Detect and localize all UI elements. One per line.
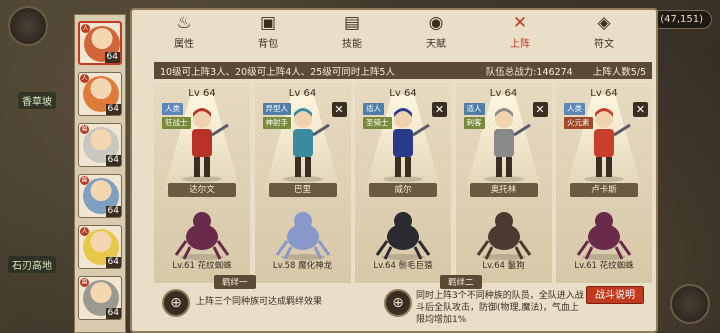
battle-info-button[interactable]: 战斗说明 [586,286,644,304]
hero-name: 奥托林 [469,183,538,197]
crosshair-icon: ⊕ [162,289,190,317]
hero-slot[interactable]: 兽 64 [78,276,122,320]
remove-hero-button[interactable]: ✕ [432,102,447,117]
formation-slot-5[interactable]: Lv 64 人类 火元素 ✕ 卢卡斯 Lv.61 花纹蜘蛛 [556,83,652,283]
hero-level: 64 [104,52,120,63]
formation-slot-4[interactable]: Lv 64 适人 刺客 ✕ 奥托林 Lv.64 鬣狗 [455,83,552,283]
right-corner-button[interactable] [670,284,710,324]
bond-two-desc: 同时上阵3个不同种族的队员，全队进入战斗后全队攻击，防御(物理,魔法)，气血上限… [416,291,584,325]
map-label-1: 香草坡 [18,92,56,109]
crossed-swords-icon: ✕ [512,13,528,33]
hero-level-label: Lv 64 [389,88,417,99]
rune-icon: ◈ [597,13,611,33]
tab-0[interactable]: ♨ 属性 [154,13,214,50]
pet-label: Lv.64 鬣狗 [482,261,525,271]
hero-name: 威尔 [369,183,437,197]
pet-label: Lv.61 花纹蜘蛛 [172,261,232,271]
hero-level: 64 [105,155,121,166]
team-power-text: 队伍总战力:146274 [485,66,573,78]
race-mark-icon: 人 [80,227,89,236]
pet-sprite [375,212,431,260]
hero-level-label: Lv 64 [489,88,518,99]
tab-label: 背包 [258,39,278,50]
tab-3[interactable]: ◉ 天赋 [406,13,466,50]
tab-label: 属性 [174,39,194,50]
menu-corner-button[interactable] [8,6,48,46]
bond-two-title: 羁绊二 [440,275,482,289]
formation-panel: ♨ 属性 ▣ 背包 ▤ 技能 ◉ 天赋 ✕ 上阵 ◈ 符文 10级可上阵3人、20级可上阵4人、25级… [130,8,658,333]
hero-sprite [584,108,631,182]
remove-hero-button[interactable]: ✕ [532,102,548,117]
formation-info-bar: 10级可上阵3人、20级可上阵4人、25级可同时上阵5人 队伍总战力:14627… [154,62,652,79]
pet-sprite [275,212,330,260]
hero-level-label: Lv 64 [288,88,317,99]
tab-5[interactable]: ◈ 符文 [574,13,634,50]
pet-label: Lv.64 鬃毛巨猿 [373,261,433,271]
tab-4[interactable]: ✕ 上阵 [490,13,550,50]
book-icon: ▤ [343,13,361,33]
hero-level: 64 [105,104,121,115]
hero-list: 人 64 人 64 兽 64 兽 64 人 64 兽 64 [74,14,126,333]
bond-one-desc: 上阵三个同种族可达成羁绊效果 [196,297,323,307]
tab-label: 天赋 [426,39,446,50]
hero-sprite [182,108,229,182]
pet-label: Lv.58 魔化神龙 [272,261,333,271]
tab-label: 技能 [342,39,362,50]
formation-rule-text: 10级可上阵3人、20级可上阵4人、25级可同时上阵5人 [160,66,395,78]
pet-label: Lv.61 花纹蜘蛛 [574,261,634,271]
tab-label: 上阵 [510,39,530,50]
race-mark-icon: 兽 [80,125,89,134]
hero-level-label: Lv 64 [188,88,216,99]
hero-name: 卢卡斯 [570,183,638,197]
hero-level: 64 [105,257,121,268]
formation-slots: Lv 64 人类 狂战士 达尔文 Lv.61 花纹蜘蛛 Lv 64 异型人 神射手 ✕ 巴里 Lv.… [154,83,652,283]
map-coordinates: (47,151) [651,10,712,29]
hero-slot[interactable]: 兽 64 [78,174,122,218]
formation-slot-3[interactable]: Lv 64 适人 圣骑士 ✕ 威尔 Lv.64 鬃毛巨猿 [355,83,451,283]
deployed-count-text: 上阵人数5/5 [592,66,646,78]
bag-icon: ▣ [259,13,277,33]
hero-sprite [383,108,430,182]
hero-level: 64 [105,308,121,319]
race-mark-icon: 人 [81,24,90,33]
hero-sprite [483,108,531,182]
hero-slot[interactable]: 人 64 [78,72,122,116]
bond-area: ⊕ 羁绊一 上阵三个同种族可达成羁绊效果 ⊕ 羁绊二 同时上阵3个不同种族的队员… [154,274,652,332]
tab-1[interactable]: ▣ 背包 [238,13,298,50]
hero-slot[interactable]: 人 64 [78,21,122,65]
race-mark-icon: 人 [80,74,89,83]
tab-2[interactable]: ▤ 技能 [322,13,382,50]
remove-hero-button[interactable]: ✕ [633,102,648,117]
pet-sprite [174,212,230,260]
race-mark-icon: 兽 [80,278,89,287]
hero-level: 64 [105,206,121,217]
bond-one: ⊕ 羁绊一 上阵三个同种族可达成羁绊效果 [154,274,374,330]
pet-sprite [476,212,531,260]
hero-level-label: Lv 64 [590,88,618,99]
hero-sprite [282,108,330,182]
hero-name: 达尔文 [168,183,236,197]
formation-slot-2[interactable]: Lv 64 异型人 神射手 ✕ 巴里 Lv.58 魔化神龙 [254,83,351,283]
hero-slot[interactable]: 人 64 [78,225,122,269]
flame-icon: ♨ [176,13,192,33]
crosshair-icon: ⊕ [384,289,412,317]
bond-one-title: 羁绊一 [214,275,256,289]
tab-label: 符文 [594,39,614,50]
remove-hero-button[interactable]: ✕ [331,102,347,117]
map-label-2: 石刃高地 [8,256,56,273]
race-mark-icon: 兽 [80,176,89,185]
eye-icon: ◉ [428,13,444,33]
hero-name: 巴里 [268,183,337,197]
bond-two: ⊕ 羁绊二 同时上阵3个不同种族的队员，全队进入战斗后全队攻击，防御(物理,魔法… [380,274,584,330]
tab-bar: ♨ 属性 ▣ 背包 ▤ 技能 ◉ 天赋 ✕ 上阵 ◈ 符文 [132,10,656,54]
hero-slot[interactable]: 兽 64 [78,123,122,167]
formation-slot-1[interactable]: Lv 64 人类 狂战士 达尔文 Lv.61 花纹蜘蛛 [154,83,250,283]
pet-sprite [576,212,632,260]
